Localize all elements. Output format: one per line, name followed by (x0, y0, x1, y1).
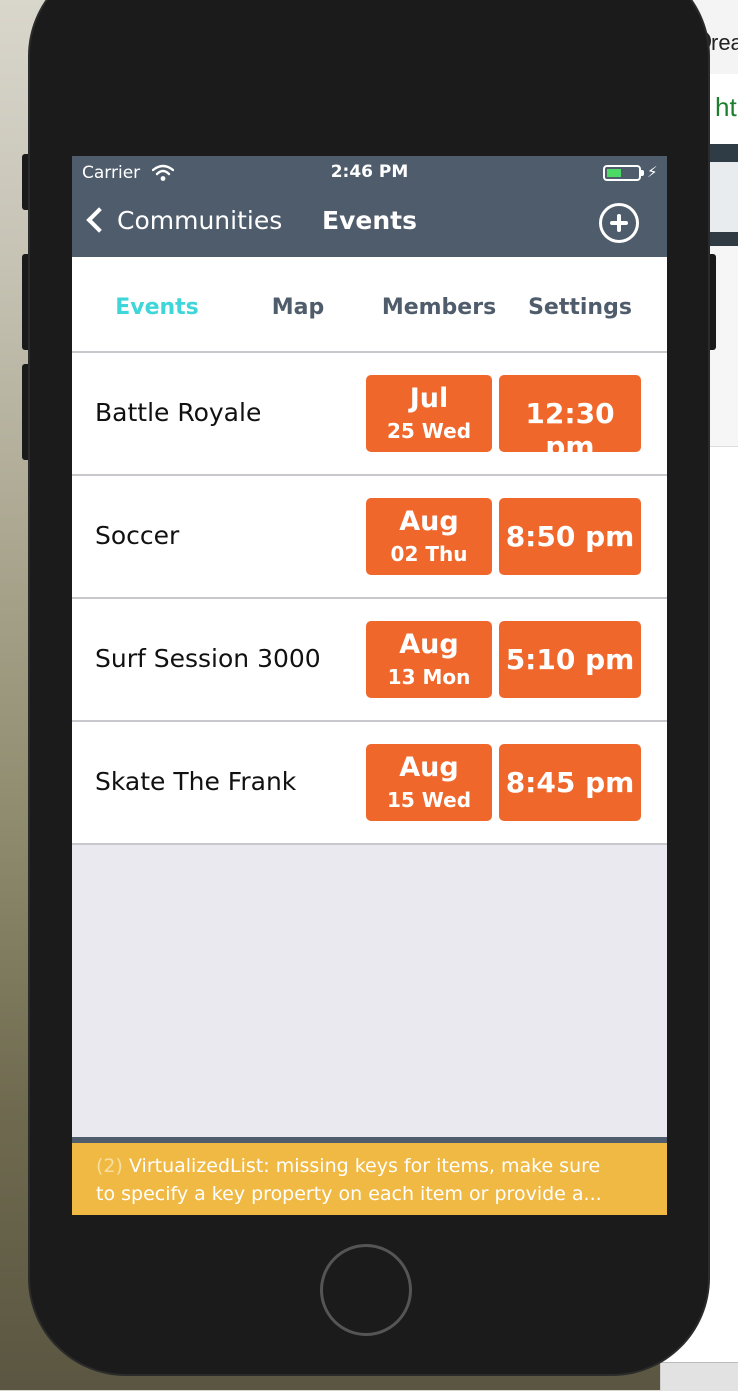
navigation-header: Carrier 2:46 PM ⚡ Communities Events (72, 156, 667, 257)
event-day: 13 Mon (387, 665, 471, 689)
warning-text-2: to specify a key property on each item o… (96, 1183, 602, 1205)
event-date-badge[interactable]: Aug 13 Mon (366, 621, 492, 698)
event-time: 8:50 pm (505, 520, 635, 553)
event-time: 5:10 pm (505, 643, 635, 676)
warning-line-1: (2) VirtualizedList: missing keys for it… (96, 1155, 600, 1177)
event-time-badge[interactable]: 5:10 pm (499, 621, 641, 698)
event-title: Surf Session 3000 (95, 644, 321, 673)
event-time-badge[interactable]: 12:30 pm (499, 375, 641, 463)
event-title: Skate The Frank (95, 767, 297, 796)
battery-tip-icon (641, 170, 644, 176)
event-day: 02 Thu (390, 542, 468, 566)
event-row[interactable]: Soccer Aug 02 Thu 8:50 pm (72, 476, 667, 599)
tab-members[interactable]: Members (369, 295, 509, 320)
page-title: Events (322, 206, 417, 235)
event-day: 15 Wed (386, 788, 472, 812)
background-url-text: ht (715, 92, 737, 122)
event-month: Aug (399, 752, 459, 783)
event-time-badge[interactable]: 8:50 pm (499, 498, 641, 575)
event-month: Aug (399, 506, 459, 537)
tab-bar: Events Map Members Settings (72, 257, 667, 353)
app-screen: Carrier 2:46 PM ⚡ Communities Events Eve… (72, 156, 667, 1215)
charging-bolt-icon: ⚡ (647, 163, 658, 181)
event-row[interactable]: Skate The Frank Aug 15 Wed 8:45 pm (72, 722, 667, 845)
status-time: 2:46 PM (330, 162, 409, 182)
event-date-badge[interactable]: Aug 15 Wed (366, 744, 492, 821)
event-date-badge[interactable]: Aug 02 Thu (366, 498, 492, 575)
tab-settings[interactable]: Settings (510, 295, 650, 320)
battery-icon (603, 165, 641, 181)
home-button[interactable] (320, 1244, 412, 1336)
tab-map[interactable]: Map (228, 295, 368, 320)
event-title: Battle Royale (95, 398, 262, 427)
event-time: 8:45 pm (505, 766, 635, 799)
background-footer (661, 1362, 738, 1391)
background-toolbar-text: rea (711, 30, 738, 55)
events-list: Battle Royale Jul 25 Wed 12:30 pm Soccer… (72, 353, 667, 845)
yellow-box-warning[interactable]: (2) VirtualizedList: missing keys for it… (72, 1137, 667, 1215)
warning-count: (2) (96, 1155, 123, 1177)
event-title: Soccer (95, 521, 180, 550)
event-month: Aug (399, 629, 459, 660)
event-month: Jul (409, 383, 449, 414)
warning-text-1: VirtualizedList: missing keys for items,… (128, 1155, 601, 1177)
event-time-badge[interactable]: 8:45 pm (499, 744, 641, 821)
battery-level (607, 169, 621, 177)
event-time: 12:30 pm (525, 397, 615, 463)
event-day: 25 Wed (386, 419, 472, 443)
event-row[interactable]: Battle Royale Jul 25 Wed 12:30 pm (72, 353, 667, 476)
event-row[interactable]: Surf Session 3000 Aug 13 Mon 5:10 pm (72, 599, 667, 722)
event-date-badge[interactable]: Jul 25 Wed (366, 375, 492, 452)
tab-events[interactable]: Events (87, 295, 227, 320)
add-event-button[interactable] (599, 203, 639, 243)
